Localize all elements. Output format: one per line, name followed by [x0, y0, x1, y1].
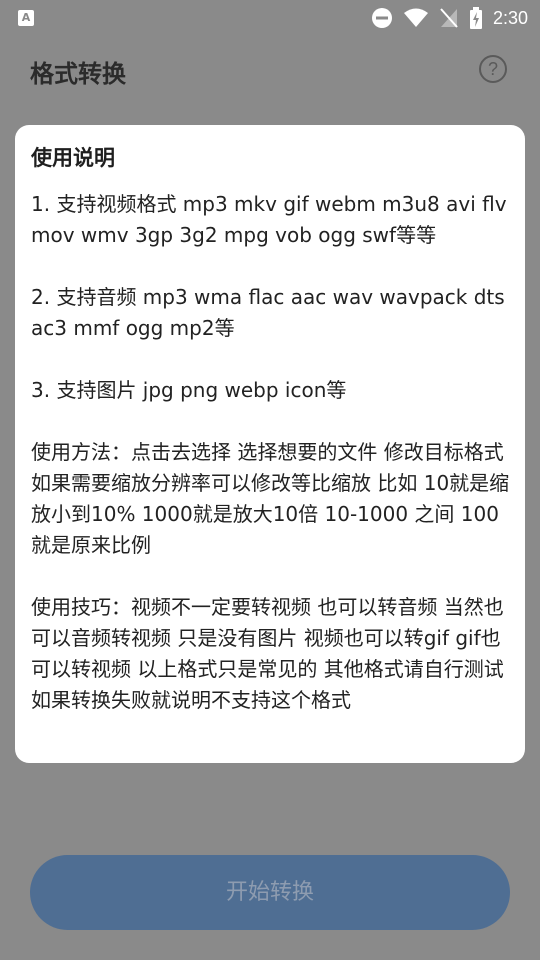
start-conversion-button[interactable]: 开始转换	[30, 855, 510, 930]
instruction-image-formats: 3. 支持图片 jpg png webp icon等	[31, 378, 347, 402]
clock: 2:30	[492, 7, 528, 28]
page-title: 格式转换	[30, 60, 126, 88]
wifi-icon	[403, 7, 429, 29]
dialog-title: 使用说明	[31, 146, 115, 170]
instruction-usage-method: 使用方法：点击去选择 选择想要的文件 修改目标格式 如果需要缩放分辨率可以修改等…	[31, 440, 510, 557]
instruction-usage-tips: 使用技巧：视频不一定要转视频 也可以转音频 当然也可以音频转视频 只是没有图片 …	[31, 595, 504, 712]
status-bar: A 2:30	[0, 0, 540, 36]
app-notification-icon: A	[18, 10, 34, 26]
no-sim-icon	[439, 7, 459, 29]
do-not-disturb-icon	[371, 7, 393, 29]
battery-charging-icon	[469, 7, 483, 29]
instruction-audio-formats: 2. 支持音频 mp3 wma flac aac wav wavpack dts…	[31, 285, 505, 340]
instruction-video-formats: 1. 支持视频格式 mp3 mkv gif webm m3u8 avi flv …	[31, 192, 507, 247]
help-icon[interactable]: ?	[479, 55, 507, 83]
status-icons: 2:30	[371, 0, 528, 36]
instructions-dialog: 使用说明 1. 支持视频格式 mp3 mkv gif webm m3u8 avi…	[15, 125, 525, 763]
app-bar: 格式转换 ?	[0, 36, 540, 102]
